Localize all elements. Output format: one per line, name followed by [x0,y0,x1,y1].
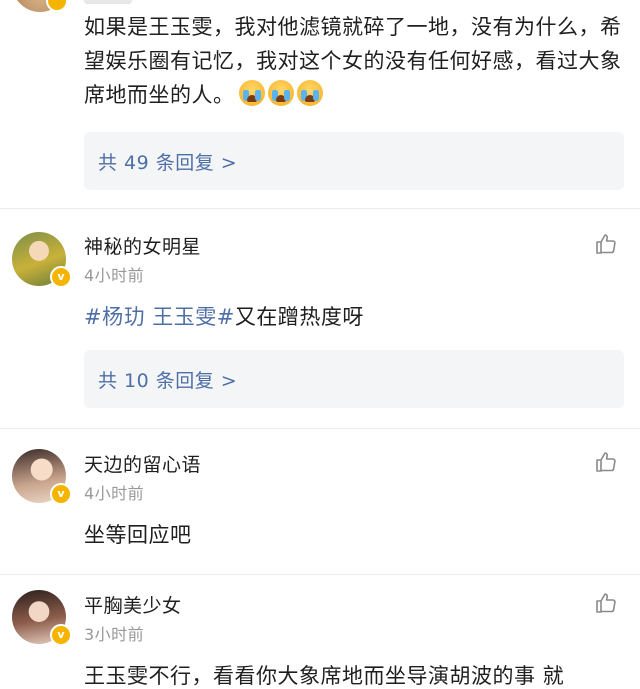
thumbs-up-icon[interactable] [594,450,618,474]
comment-text: 王玉雯不行，看看你大象席地而坐导演胡波的事 就 [84,664,565,688]
hashtag-link[interactable]: #杨玏 王玉雯# [84,305,235,329]
timestamp: 3小时前 [84,625,145,644]
timestamp: 4小时前 [84,484,145,503]
verified-badge-icon: v [50,266,72,288]
divider [0,428,640,429]
verified-badge-icon: v [50,483,72,505]
timestamp: 4小时前 [84,266,145,285]
username[interactable]: 平胸美少女 [84,591,182,618]
username[interactable] [84,0,132,4]
comment-text-content: 又在蹭热度呀 [234,305,364,329]
username[interactable]: 天边的留心语 [84,450,201,477]
divider [0,208,640,209]
view-replies-button[interactable]: 共 49 条回复 > [84,132,624,190]
crying-face-emoji-icon [267,80,294,106]
reply-count-label: 共 10 条回复 > [98,369,238,392]
thumbs-up-icon[interactable] [594,232,618,256]
username[interactable]: 神秘的女明星 [84,232,201,259]
thumbs-up-icon[interactable] [594,591,618,615]
comment-text: 坐等回应吧 [84,523,192,547]
comment-text: 如果是王玉雯，我对他滤镜就碎了一地，没有为什么，希望娱乐圈有记忆，我对这个女的没… [84,10,624,112]
comment-text: #杨玏 王玉雯#又在蹭热度呀 [84,300,624,334]
comment-text-content: 如果是王玉雯，我对他滤镜就碎了一地，没有为什么，希望娱乐圈有记忆，我对这个女的没… [84,15,622,107]
crying-face-emoji-icon [238,80,265,106]
emoji-group [238,80,323,106]
view-replies-button[interactable]: 共 10 条回复 > [84,350,624,408]
comment-feed: 如果是王玉雯，我对他滤镜就碎了一地，没有为什么，希望娱乐圈有记忆，我对这个女的没… [0,0,640,689]
crying-face-emoji-icon [296,80,323,106]
reply-count-label: 共 49 条回复 > [98,151,238,174]
verified-badge-icon: v [50,624,72,646]
divider [0,574,640,575]
